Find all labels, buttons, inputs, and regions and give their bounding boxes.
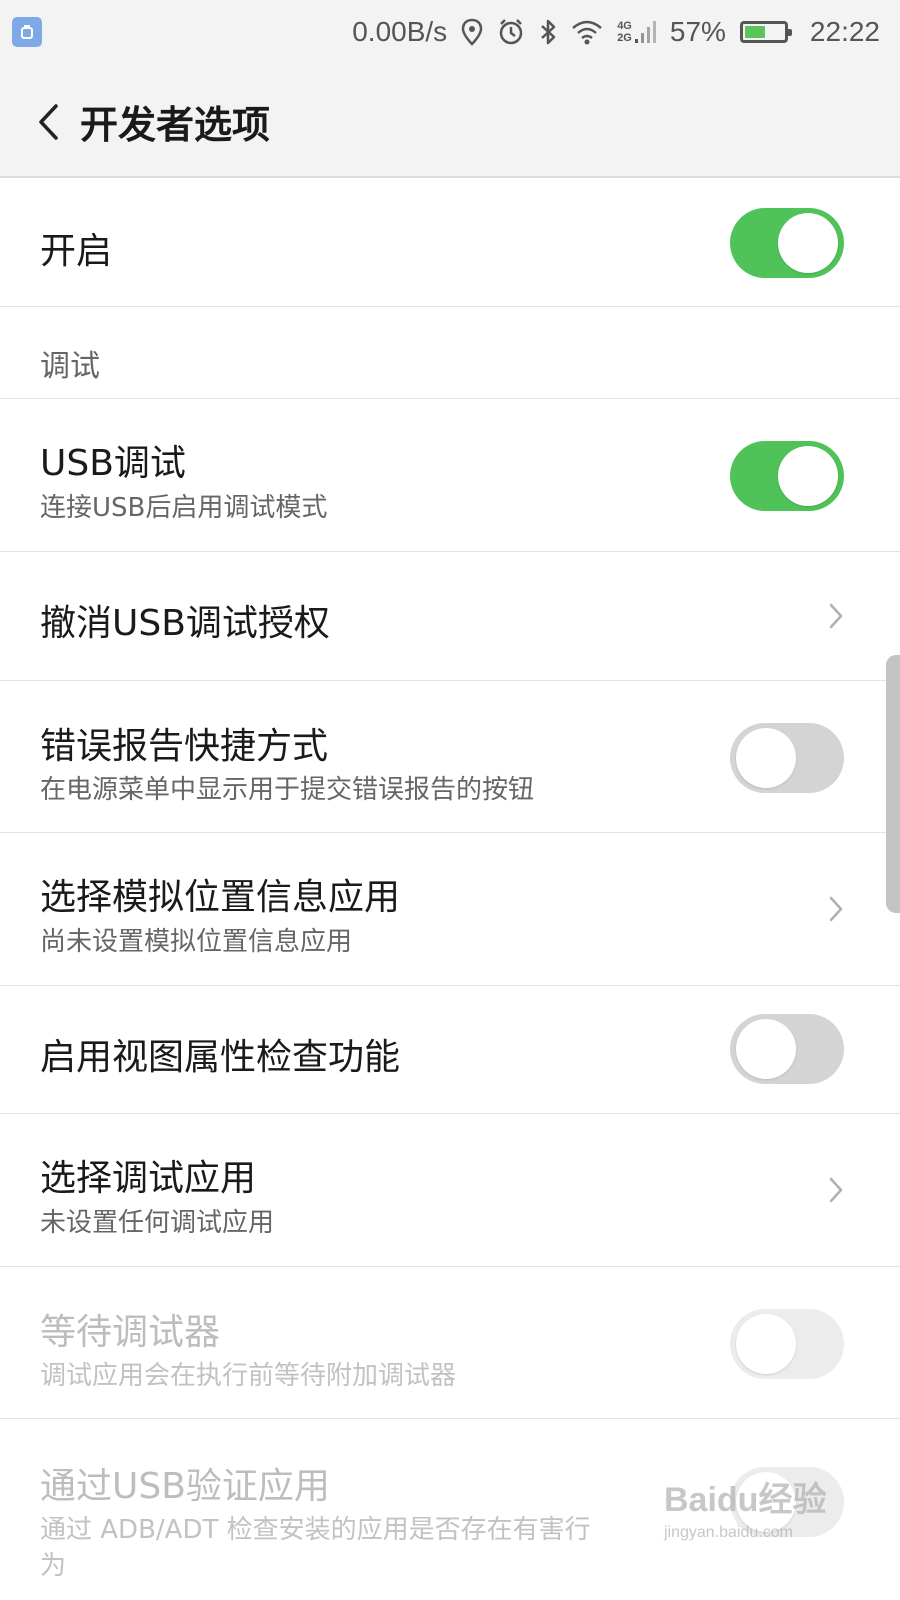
battery-level (744, 26, 765, 38)
location-icon (461, 18, 483, 46)
chevron-right-icon (829, 1177, 843, 1203)
row-subtitle: 通过 ADB/ADT 检查安装的应用是否存在有害行 (40, 1515, 591, 1545)
watermark-text: Baidu经验 (664, 1481, 827, 1519)
toggle-knob (736, 1019, 796, 1079)
net-speed: 0.00B/s (352, 16, 448, 47)
usb-debug-row[interactable]: USB调试 连接USB后启用调试模式 (0, 399, 900, 552)
chevron-right-icon (829, 896, 843, 922)
settings-list: 开启 调试 USB调试 连接USB后启用调试模式 撤消USB调试授权 错误报告快… (0, 180, 900, 1589)
wifi-icon (571, 19, 603, 45)
network-type-top: 4G (617, 20, 632, 32)
row-subtitle: 未设置任何调试应用 (40, 1208, 275, 1238)
clock: 22:22 (809, 16, 880, 47)
row-title: 选择模拟位置信息应用 (40, 877, 401, 918)
wait-debugger-toggle (730, 1309, 844, 1379)
mock-location-app-row[interactable]: 选择模拟位置信息应用 尚未设置模拟位置信息应用 (0, 833, 900, 986)
bug-report-shortcut-row[interactable]: 错误报告快捷方式 在电源菜单中显示用于提交错误报告的按钮 (0, 681, 900, 833)
row-title: 等待调试器 (40, 1312, 221, 1353)
row-title: USB调试 (40, 443, 186, 484)
network-type: 4G 2G (617, 20, 632, 44)
row-title: 撤消USB调试授权 (40, 603, 330, 644)
bluetooth-icon (539, 18, 557, 46)
alarm-icon (497, 18, 525, 46)
signal-icon (634, 19, 656, 45)
row-title: 错误报告快捷方式 (40, 726, 329, 767)
toggle-knob (778, 446, 838, 506)
select-debug-app-row[interactable]: 选择调试应用 未设置任何调试应用 (0, 1114, 900, 1267)
row-subtitle: 连接USB后启用调试模式 (40, 493, 328, 523)
row-title: 选择调试应用 (40, 1158, 257, 1199)
row-subtitle: 调试应用会在执行前等待附加调试器 (40, 1361, 457, 1391)
watermark-url: jingyan.baidu.com (664, 1524, 793, 1541)
toggle-knob (736, 1314, 796, 1374)
back-chevron-icon[interactable] (36, 102, 62, 142)
status-bar: 0.00B/s 4G 2G 57% 22:22 (0, 0, 900, 64)
section-header-debug: 调试 (0, 307, 900, 399)
battery-percent: 57% (669, 16, 726, 47)
toggle-knob (778, 213, 838, 273)
usb-debug-toggle[interactable] (730, 441, 844, 511)
network-type-bottom: 2G (617, 32, 632, 44)
row-subtitle-line2: 为 (40, 1551, 67, 1581)
scrollbar-thumb[interactable] (886, 655, 900, 913)
app-header: 开发者选项 (0, 64, 900, 178)
chevron-right-icon (829, 603, 843, 629)
developer-options-master-row[interactable]: 开启 (0, 180, 900, 307)
toggle-knob (736, 728, 796, 788)
row-title: 开启 (40, 231, 113, 272)
wait-for-debugger-row: 等待调试器 调试应用会在执行前等待附加调试器 (0, 1267, 900, 1419)
row-title: 通过USB验证应用 (40, 1466, 330, 1507)
developer-options-toggle[interactable] (730, 208, 844, 278)
row-subtitle: 尚未设置模拟位置信息应用 (40, 927, 353, 957)
row-subtitle: 在电源菜单中显示用于提交错误报告的按钮 (40, 775, 535, 805)
baidu-watermark: Baidu经验 jingyan.baidu.com (664, 1472, 844, 1552)
battery-icon (739, 21, 792, 43)
row-title: 启用视图属性检查功能 (40, 1037, 401, 1078)
revoke-usb-auth-row[interactable]: 撤消USB调试授权 (0, 552, 900, 681)
page-title: 开发者选项 (80, 103, 271, 147)
bug-report-toggle[interactable] (730, 723, 844, 793)
view-attribute-inspection-row[interactable]: 启用视图属性检查功能 (0, 986, 900, 1114)
view-attribute-toggle[interactable] (730, 1014, 844, 1084)
app-notification-icon (12, 17, 42, 47)
section-title: 调试 (40, 349, 100, 384)
